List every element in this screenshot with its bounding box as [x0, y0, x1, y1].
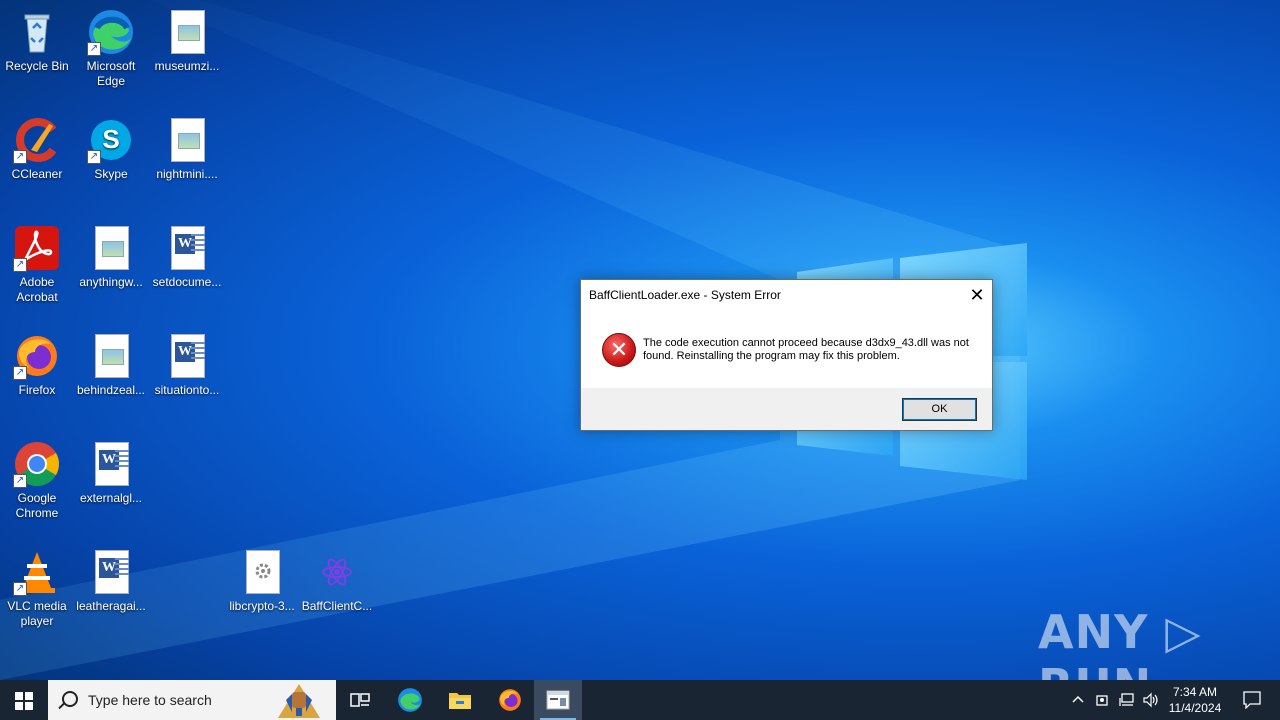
shortcut-arrow-icon: ↗	[87, 150, 101, 164]
notification-center-icon[interactable]	[1236, 680, 1268, 720]
desktop-icon-anythingw[interactable]: anythingw...	[74, 224, 148, 290]
desktop-icon-firefox[interactable]: ↗ Firefox	[0, 332, 74, 398]
task-view-button[interactable]	[336, 680, 384, 720]
desktop-icon-label: setdocume...	[152, 275, 222, 289]
ok-button[interactable]: OK	[902, 398, 977, 421]
image-file-icon	[163, 8, 211, 56]
taskbar-edge-button[interactable]	[386, 680, 434, 720]
word-document-icon: W	[163, 224, 211, 272]
desktop-icon-label: behindzeal...	[76, 383, 146, 397]
word-document-icon: W	[87, 440, 135, 488]
desktop-icon-label: Recycle Bin	[5, 59, 69, 73]
start-button[interactable]	[0, 680, 48, 720]
desktop-icon-label: BaffClientC...	[301, 599, 373, 613]
desktop-icon-label: VLC media player	[7, 599, 67, 628]
shortcut-arrow-icon: ↗	[13, 150, 27, 164]
dialog-title: BaffClientLoader.exe - System Error	[589, 288, 781, 302]
word-document-icon: W	[163, 332, 211, 380]
desktop-icon-vlc[interactable]: ↗ VLC media player	[0, 548, 74, 629]
desktop-icon-label: Google Chrome	[15, 491, 59, 520]
desktop-icon-label: nightmini....	[156, 167, 218, 181]
desktop-icon-ccleaner[interactable]: ↗ CCleaner	[0, 116, 74, 182]
desktop-icon-label: Skype	[94, 167, 128, 181]
meet-now-icon[interactable]	[1093, 680, 1113, 720]
desktop-icon-skype[interactable]: S ↗ Skype	[74, 116, 148, 182]
ccleaner-icon: ↗	[13, 116, 61, 164]
image-file-icon	[163, 116, 211, 164]
desktop-icon-libcrypto[interactable]: libcrypto-3...	[225, 548, 299, 614]
taskbar-search-box[interactable]: Type here to search	[48, 680, 336, 720]
search-icon	[62, 691, 78, 707]
taskbar-clock[interactable]: 7:34 AM 11/4/2024	[1160, 684, 1230, 716]
clock-time: 7:34 AM	[1172, 685, 1218, 699]
desktop-icon-label: externalgl...	[79, 491, 143, 505]
desktop-icon-nightmini[interactable]: nightmini....	[150, 116, 224, 182]
dialog-message: The code execution cannot proceed becaus…	[643, 337, 969, 362]
shortcut-arrow-icon: ↗	[13, 474, 27, 488]
svg-text:S: S	[102, 124, 119, 154]
desktop-icon-externalgl[interactable]: W externalgl...	[74, 440, 148, 506]
edge-icon: ↗	[87, 8, 135, 56]
word-document-icon: W	[87, 548, 135, 596]
shortcut-arrow-icon: ↗	[13, 258, 27, 272]
adobe-acrobat-icon: ↗	[13, 224, 61, 272]
firefox-icon: ↗	[13, 332, 61, 380]
taskbar-file-explorer-button[interactable]	[436, 680, 484, 720]
system-error-dialog: BaffClientLoader.exe - System Error ✕ ✕ …	[580, 279, 993, 431]
desktop-icon-label: Adobe Acrobat	[16, 275, 58, 304]
desktop-icon-label: museumzi...	[154, 59, 220, 73]
atom-app-icon	[313, 548, 361, 596]
error-icon: ✕	[602, 333, 636, 367]
taskbar-error-window-button[interactable]	[534, 680, 582, 720]
desktop-icon-label: CCleaner	[11, 167, 63, 181]
vlc-icon: ↗	[13, 548, 61, 596]
desktop-icon-behindzeal[interactable]: behindzeal...	[74, 332, 148, 398]
desktop-icon-label: Microsoft Edge	[86, 59, 136, 88]
desktop-icon-label: Firefox	[18, 383, 56, 397]
desktop-icon-situationto[interactable]: W situationto...	[150, 332, 224, 398]
taskbar: Type here to search 7:34 AM 11/4/2024	[0, 680, 1280, 720]
image-file-icon	[87, 332, 135, 380]
chevron-up-icon[interactable]	[1068, 680, 1088, 720]
desktop-icon-label: libcrypto-3...	[229, 599, 295, 613]
desktop-icon-museumzi[interactable]: museumzi...	[150, 8, 224, 74]
network-icon[interactable]	[1117, 680, 1137, 720]
taskbar-firefox-button[interactable]	[486, 680, 534, 720]
desktop-icon-label: leatheragai...	[76, 599, 146, 613]
desktop-icon-acrobat[interactable]: ↗ Adobe Acrobat	[0, 224, 74, 305]
dialog-footer: OK	[581, 388, 992, 430]
recycle-bin-icon	[13, 8, 61, 56]
desktop-icon-baffclient[interactable]: BaffClientC...	[300, 548, 374, 614]
skype-icon: S ↗	[87, 116, 135, 164]
desktop-icon-recycle-bin[interactable]: Recycle Bin	[0, 8, 74, 74]
clock-date: 11/4/2024	[1168, 701, 1222, 715]
shortcut-arrow-icon: ↗	[87, 42, 101, 56]
image-file-icon	[87, 224, 135, 272]
chrome-icon: ↗	[13, 440, 61, 488]
shortcut-arrow-icon: ↗	[13, 366, 27, 380]
desktop-icon-setdocume[interactable]: W setdocume...	[150, 224, 224, 290]
desktop-icon-chrome[interactable]: ↗ Google Chrome	[0, 440, 74, 521]
search-highlight-image	[278, 684, 320, 718]
desktop-icon-label: situationto...	[154, 383, 220, 397]
desktop-icon-edge[interactable]: ↗ Microsoft Edge	[74, 8, 148, 89]
desktop-icon-leatheragai[interactable]: W leatheragai...	[74, 548, 148, 614]
search-placeholder: Type here to search	[88, 692, 212, 708]
shortcut-arrow-icon: ↗	[13, 582, 27, 596]
desktop-icon-label: anythingw...	[79, 275, 143, 289]
anyrun-watermark: ANY ▷ RUN	[1038, 605, 1202, 713]
dll-file-icon	[238, 548, 286, 596]
volume-icon[interactable]	[1141, 680, 1161, 720]
close-button[interactable]: ✕	[962, 280, 992, 310]
